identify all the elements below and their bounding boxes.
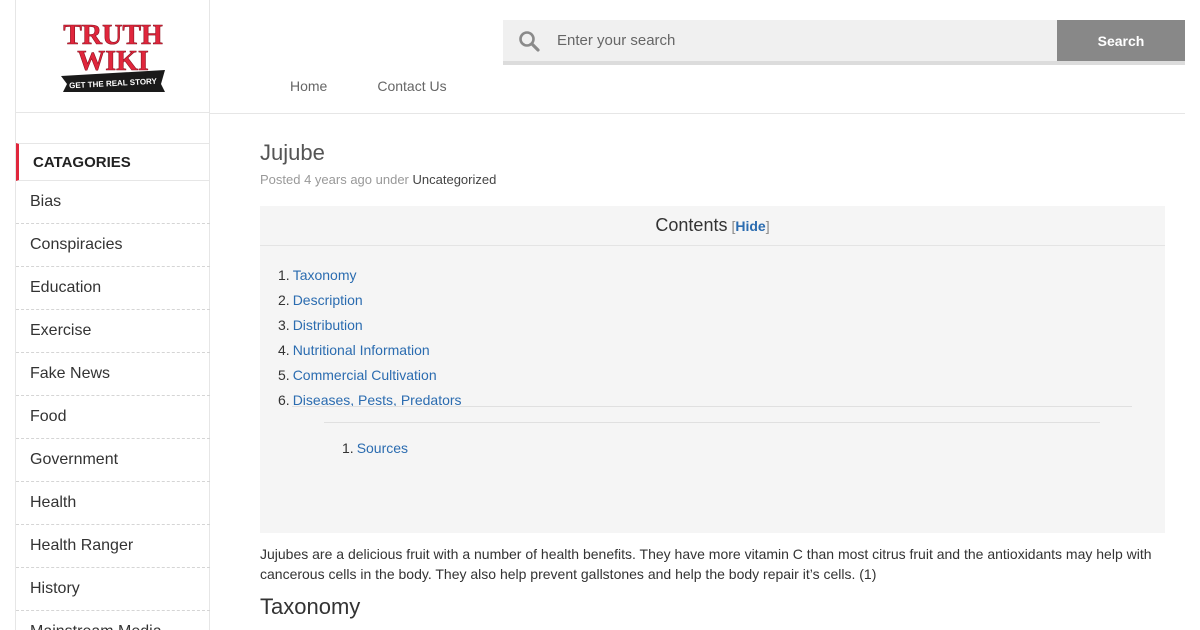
toc-divider [292,406,1132,407]
category-item-conspiracies[interactable]: Conspiracies [16,224,210,267]
table-of-contents: Contents [Hide] 1. Taxonomy 2. Description… [260,206,1165,533]
search-input[interactable] [555,20,1057,61]
category-item-fake-news[interactable]: Fake News [16,353,210,396]
toc-item: 2. Description [278,291,363,308]
category-item-health[interactable]: Health [16,482,210,525]
toc-divider [324,422,1100,423]
toc-item: 5. Commercial Cultivation [278,366,437,383]
toc-title: Contents [655,215,728,235]
toc-link-description[interactable]: Description [293,292,363,308]
toc-title-row: Contents [Hide] [260,206,1165,246]
search-icon [503,20,555,61]
categories-header: CATAGORIES [16,143,210,181]
toc-item: 1. Taxonomy [278,266,357,283]
category-item-history[interactable]: History [16,568,210,611]
logo-container: TRUTH WIKI GET THE REAL STORY [16,0,209,113]
category-list: Bias Conspiracies Education Exercise Fak… [16,181,210,630]
toc-link-taxonomy[interactable]: Taxonomy [293,267,357,283]
category-item-government[interactable]: Government [16,439,210,482]
toc-list: 1. Taxonomy 2. Description 3. Distribution … [278,262,462,412]
section-heading-taxonomy: Taxonomy [260,594,361,619]
post-meta: Posted 4 years ago under Uncategorized [260,172,1165,187]
main-content: Jujube Posted 4 years ago under Uncatego… [260,140,1165,620]
search-bar: Search [503,20,1185,65]
toc-hide-link[interactable]: Hide [735,218,765,234]
toc-link-sources[interactable]: Sources [357,440,408,456]
truth-wiki-logo[interactable]: TRUTH WIKI GET THE REAL STORY [57,18,169,94]
toc-item: 3. Distribution [278,316,363,333]
category-item-mainstream-media[interactable]: Mainstream Media [16,611,210,630]
post-meta-prefix: Posted 4 years ago under [260,172,409,187]
toc-item: 4. Nutritional Information [278,341,430,358]
search-button[interactable]: Search [1057,20,1185,61]
toc-sub-item: 1. Sources [342,439,409,456]
intro-paragraph: Jujubes are a delicious fruit with a num… [260,546,1152,582]
header-divider [210,113,1185,114]
toc-item: 6. Diseases, Pests, Predators [278,391,462,408]
main-nav: Home Contact Us [290,78,447,94]
sidebar: TRUTH WIKI GET THE REAL STORY CATAGORIES… [15,0,210,630]
category-item-exercise[interactable]: Exercise [16,310,210,353]
category-item-bias[interactable]: Bias [16,181,210,224]
toc-link-distribution[interactable]: Distribution [293,317,363,333]
toc-link-nutritional-information[interactable]: Nutritional Information [293,342,430,358]
category-item-health-ranger[interactable]: Health Ranger [16,525,210,568]
toc-link-commercial-cultivation[interactable]: Commercial Cultivation [293,367,437,383]
post-category-link[interactable]: Uncategorized [413,172,497,187]
nav-contact-link[interactable]: Contact Us [377,78,446,94]
toc-sub-list: 1. Sources [342,435,408,460]
category-item-food[interactable]: Food [16,396,210,439]
page-title: Jujube [260,140,325,165]
nav-home-link[interactable]: Home [290,78,327,94]
category-item-education[interactable]: Education [16,267,210,310]
